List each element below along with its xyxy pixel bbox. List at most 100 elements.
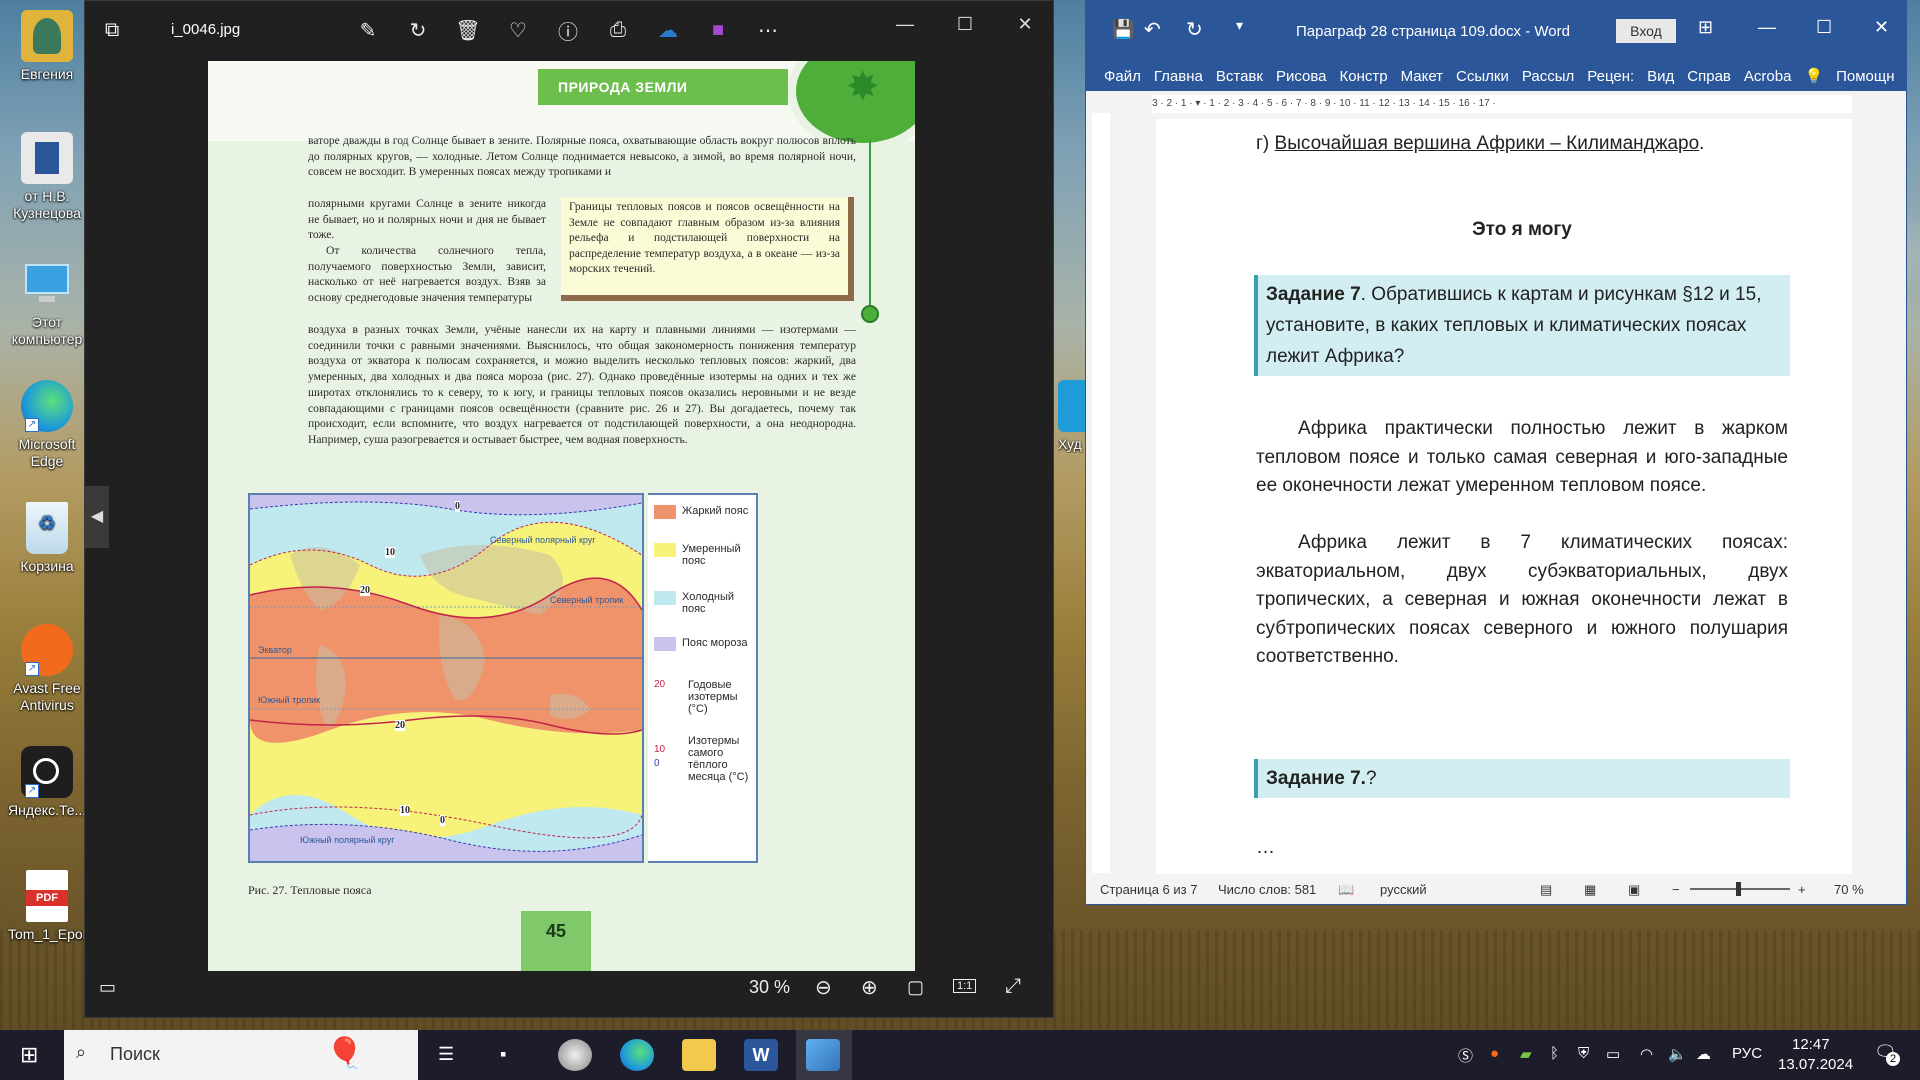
zoom-out-button[interactable]: − <box>1672 882 1680 897</box>
rotate-icon[interactable]: ↻ <box>403 15 433 45</box>
minimize-icon[interactable]: — <box>875 9 935 39</box>
taskbar-word-icon[interactable]: W <box>744 1039 778 1071</box>
close-icon[interactable]: ✕ <box>1874 17 1889 38</box>
desktop-icon-document[interactable]: от Н.В. Кузнецова <box>8 132 86 222</box>
tab-design[interactable]: Констр <box>1340 68 1388 85</box>
desktop-icon-user-folder[interactable]: Евгения <box>8 10 86 83</box>
desktop-icon-recycle-bin[interactable]: ♻ Корзина <box>8 502 86 575</box>
zoom-in-icon[interactable]: ⊕ <box>861 975 878 1000</box>
horizontal-ruler[interactable]: 3 · 2 · 1 · ▾ · 1 · 2 · 3 · 4 · 5 · 6 · … <box>1152 95 1852 113</box>
widgets-icon[interactable]: ▪ <box>500 1044 506 1065</box>
tab-layout[interactable]: Макет <box>1401 68 1443 85</box>
web-layout-icon[interactable]: ▣ <box>1628 882 1640 898</box>
taskbar-search-box[interactable]: ⌕ Поиск 🎈 <box>64 1030 418 1080</box>
zoom-slider-thumb[interactable] <box>1736 882 1741 896</box>
delete-icon[interactable]: 🗑 <box>453 15 483 45</box>
more-options-icon[interactable]: ⋯ <box>753 15 783 45</box>
cloud-sync-icon[interactable]: ☁ <box>1696 1045 1711 1063</box>
print-layout-icon[interactable]: ▦ <box>1584 882 1596 898</box>
onedrive-cloud-icon[interactable]: ☁ <box>653 15 683 45</box>
filmstrip-icon[interactable]: ▭ <box>99 977 116 998</box>
legend-frost-belt: Пояс мороза <box>654 637 748 651</box>
zoom-in-button[interactable]: + <box>1798 882 1806 897</box>
task-view-icon[interactable]: ☰ <box>438 1044 454 1065</box>
taskbar-app-icon[interactable] <box>558 1039 592 1071</box>
tab-insert[interactable]: Вставк <box>1216 68 1263 85</box>
print-icon[interactable]: ⎙ <box>603 15 633 45</box>
proofing-icon[interactable]: 📖 <box>1338 882 1354 898</box>
tab-view[interactable]: Вид <box>1647 68 1674 85</box>
desktop-icon-pdf[interactable]: PDF Tom_1_Epok <box>8 870 90 943</box>
bluetooth-icon[interactable]: ᛒ <box>1550 1045 1559 1062</box>
clock-time[interactable]: 12:47 <box>1792 1036 1830 1053</box>
status-word-count[interactable]: Число слов: 581 <box>1218 882 1316 897</box>
taskbar-file-explorer-icon[interactable] <box>682 1039 716 1071</box>
maximize-icon[interactable]: ☐ <box>935 9 995 39</box>
desktop-icon-partial[interactable]: Худ <box>1058 380 1088 453</box>
lightbulb-icon[interactable]: 💡 <box>1804 67 1823 85</box>
zoom-level: 30 % <box>749 977 791 997</box>
word-window[interactable]: 💾 ↶ ↻ ▾ Параграф 28 страница 109.docx - … <box>1085 0 1907 905</box>
close-icon[interactable]: ✕ <box>995 9 1055 39</box>
tab-acrobat[interactable]: Acroba <box>1744 68 1792 85</box>
security-shield-icon[interactable]: ⛨ <box>1578 1045 1589 1062</box>
ribbon-display-options-icon[interactable]: ⊞ <box>1698 17 1713 38</box>
tab-tell-me[interactable]: Помощн <box>1836 68 1894 85</box>
doc-task-box-1: Задание 7. Обратившись к картам и рисунк… <box>1254 275 1790 376</box>
tab-review[interactable]: Рецен: <box>1587 68 1634 85</box>
customize-quick-access-icon[interactable]: ▾ <box>1236 17 1243 34</box>
status-page-count[interactable]: Страница 6 из 7 <box>1100 882 1197 897</box>
save-icon[interactable]: 💾 <box>1112 19 1134 40</box>
desktop-icon-label: Яндекс.Те... <box>8 802 87 818</box>
desktop-icon-this-pc[interactable]: Этот компьютер <box>8 258 86 348</box>
status-language[interactable]: русский <box>1380 882 1427 897</box>
battery-icon[interactable]: ▭ <box>1606 1045 1620 1063</box>
tab-draw[interactable]: Рисова <box>1276 68 1327 85</box>
desktop-icon-label: Tom_1_Epok <box>8 926 90 942</box>
volume-icon[interactable]: 🔈 <box>1668 1045 1687 1063</box>
photos-window[interactable]: ⧉ i_0046.jpg ✎ ↻ 🗑 ♡ ⓘ ⎙ ☁ ■ ⋯ — ☐ ✕ ◀ П… <box>84 0 1054 1018</box>
clipchamp-icon[interactable]: ■ <box>703 15 733 45</box>
vertical-ruler[interactable] <box>1092 113 1110 873</box>
undo-icon[interactable]: ↶ <box>1144 17 1161 42</box>
sign-in-button[interactable]: Вход <box>1616 19 1676 43</box>
desktop-icon-avast[interactable]: ↗ Avast Free Antivirus <box>8 624 86 714</box>
tab-help[interactable]: Справ <box>1687 68 1731 85</box>
zoom-out-icon[interactable]: ⊖ <box>815 975 832 1000</box>
actual-size-button[interactable]: 1:1 <box>953 979 977 993</box>
nvidia-icon[interactable]: ▰ <box>1520 1045 1532 1063</box>
tab-references[interactable]: Ссылки <box>1456 68 1509 85</box>
tab-file[interactable]: Файл <box>1104 68 1141 85</box>
fit-to-window-icon[interactable]: ▢ <box>907 977 924 998</box>
tab-mailings[interactable]: Рассыл <box>1522 68 1574 85</box>
desktop-icon-label: Корзина <box>20 558 74 574</box>
info-icon[interactable]: ⓘ <box>553 15 583 45</box>
minimize-icon[interactable]: — <box>1758 17 1776 38</box>
redo-icon[interactable]: ↻ <box>1186 17 1203 42</box>
edit-image-icon[interactable]: ✎ <box>353 15 383 45</box>
document-page[interactable]: г) Высочайшая вершина Африки – Килимандж… <box>1156 119 1852 879</box>
clock-date[interactable]: 13.07.2024 <box>1778 1056 1853 1073</box>
read-mode-icon[interactable]: ▤ <box>1540 882 1552 898</box>
avast-tray-icon[interactable]: ● <box>1490 1045 1499 1062</box>
wifi-icon[interactable]: ◠ <box>1640 1045 1653 1063</box>
folder-icon <box>21 10 73 62</box>
skype-icon[interactable]: Ⓢ <box>1458 1045 1473 1066</box>
input-language[interactable]: РУС <box>1732 1045 1762 1062</box>
fullscreen-icon[interactable]: ⤢ <box>1005 975 1021 998</box>
maximize-icon[interactable]: ☐ <box>1816 17 1832 38</box>
desktop-icon-yandex[interactable]: ↗ Яндекс.Те... <box>8 746 86 819</box>
doc-line-kilimanjaro: г) Высочайшая вершина Африки – Килимандж… <box>1256 133 1705 154</box>
callout-dot <box>861 305 879 323</box>
tab-home[interactable]: Главна <box>1154 68 1203 85</box>
desktop-icon-edge[interactable]: ↗ Microsoft Edge <box>8 380 86 470</box>
favorite-heart-icon[interactable]: ♡ <box>503 15 533 45</box>
status-zoom-level[interactable]: 70 % <box>1834 882 1864 897</box>
recycle-bin-icon: ♻ <box>26 502 68 554</box>
doc-task-box-2: Задание 7.? <box>1254 759 1790 798</box>
taskbar-edge-icon[interactable] <box>620 1039 654 1071</box>
windows-start-icon[interactable]: ⊞ <box>20 1042 38 1068</box>
map-label-tropic-south: Южный тропик <box>258 695 321 705</box>
page-paragraph-3: От количества солнечного тепла, получаем… <box>308 244 546 305</box>
previous-image-button[interactable]: ◀ <box>85 486 109 548</box>
